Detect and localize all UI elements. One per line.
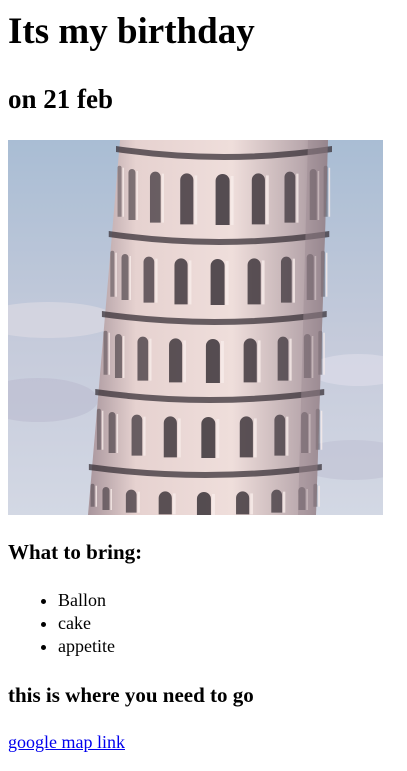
tower-arch xyxy=(280,256,292,303)
tower-photo xyxy=(8,140,383,515)
tower-column xyxy=(194,175,198,225)
tower-column xyxy=(250,493,254,515)
tower-column xyxy=(325,252,328,297)
tower-column xyxy=(143,416,146,456)
tower-column xyxy=(296,173,299,223)
google-map-link[interactable]: google map link xyxy=(8,731,125,754)
tower-arch xyxy=(117,165,122,217)
tower-arch xyxy=(102,487,110,510)
tower-arch xyxy=(103,330,108,375)
tower-arch xyxy=(271,489,283,513)
tower-column xyxy=(101,410,104,450)
tower-arch xyxy=(274,414,286,456)
tower-arch xyxy=(243,338,257,383)
tower-arch xyxy=(180,173,194,225)
tower-arch xyxy=(215,174,230,225)
tower-arch xyxy=(114,334,122,378)
tower-column xyxy=(108,332,111,375)
list-item: cake xyxy=(58,612,115,635)
tower-arch xyxy=(143,256,155,303)
tower-column xyxy=(211,494,215,515)
tower-column xyxy=(328,167,331,217)
tower-arch xyxy=(110,250,115,297)
tower-arch xyxy=(236,491,250,515)
tower-column xyxy=(122,336,125,378)
what-to-bring-heading: What to bring: xyxy=(8,540,143,564)
tower-column xyxy=(320,410,323,450)
tower-arch xyxy=(125,489,137,513)
tower-column xyxy=(161,173,164,223)
tower-column xyxy=(129,256,132,300)
tower-arch xyxy=(137,336,149,381)
tower-column xyxy=(172,493,176,515)
tower-column xyxy=(286,416,289,456)
page-title: Its my birthday xyxy=(8,11,255,52)
tower-column xyxy=(253,418,257,458)
tower-column xyxy=(177,418,181,458)
tower-column xyxy=(265,175,269,225)
tower-column xyxy=(230,176,234,225)
tower-column xyxy=(318,485,320,507)
list-item: Ballon xyxy=(58,589,115,612)
tower-column xyxy=(257,340,261,383)
tower-arch xyxy=(158,491,172,515)
tower-arch xyxy=(128,169,136,220)
directions-heading: this is where you need to go xyxy=(8,683,254,707)
tower-arch xyxy=(284,171,296,223)
birthday-date: on 21 feb xyxy=(8,84,114,114)
tower-arch xyxy=(247,258,261,305)
tower-arch xyxy=(131,414,143,456)
tower-arch xyxy=(163,416,177,458)
tower-column xyxy=(323,332,325,375)
tower-column xyxy=(115,252,117,297)
tower-arch xyxy=(277,336,289,381)
tower-arch xyxy=(149,171,161,223)
tower-arch xyxy=(239,416,253,458)
tower-column xyxy=(292,258,295,303)
tower-arch xyxy=(205,339,220,383)
tower-column xyxy=(188,260,192,305)
tower-column xyxy=(289,338,292,381)
tower-arch xyxy=(90,483,95,507)
tower-column xyxy=(110,489,112,510)
bring-list: Ballon cake appetite xyxy=(8,589,115,658)
tower-column xyxy=(116,414,119,453)
tower-column xyxy=(95,485,98,507)
tower-arch xyxy=(196,492,211,515)
tower-column xyxy=(183,340,187,383)
tower-column xyxy=(220,341,224,383)
tower-column xyxy=(149,338,152,381)
tower-arch xyxy=(210,259,225,305)
tower-arch xyxy=(96,408,101,450)
tower-arch xyxy=(169,338,183,383)
list-item: appetite xyxy=(58,635,115,658)
tower-column xyxy=(283,491,286,513)
tower-column xyxy=(136,171,138,220)
tower-column xyxy=(155,258,158,303)
tower-column xyxy=(137,491,140,513)
tower-illustration xyxy=(8,140,383,515)
tower-arch xyxy=(174,258,188,305)
tower-arch xyxy=(201,417,216,458)
tower-arch xyxy=(121,254,129,300)
tower-column xyxy=(225,261,229,305)
tower-column xyxy=(216,419,220,458)
tower-arch xyxy=(251,173,265,225)
tower-column xyxy=(261,260,265,305)
tower-arch xyxy=(108,412,116,453)
tower-column xyxy=(122,167,125,217)
